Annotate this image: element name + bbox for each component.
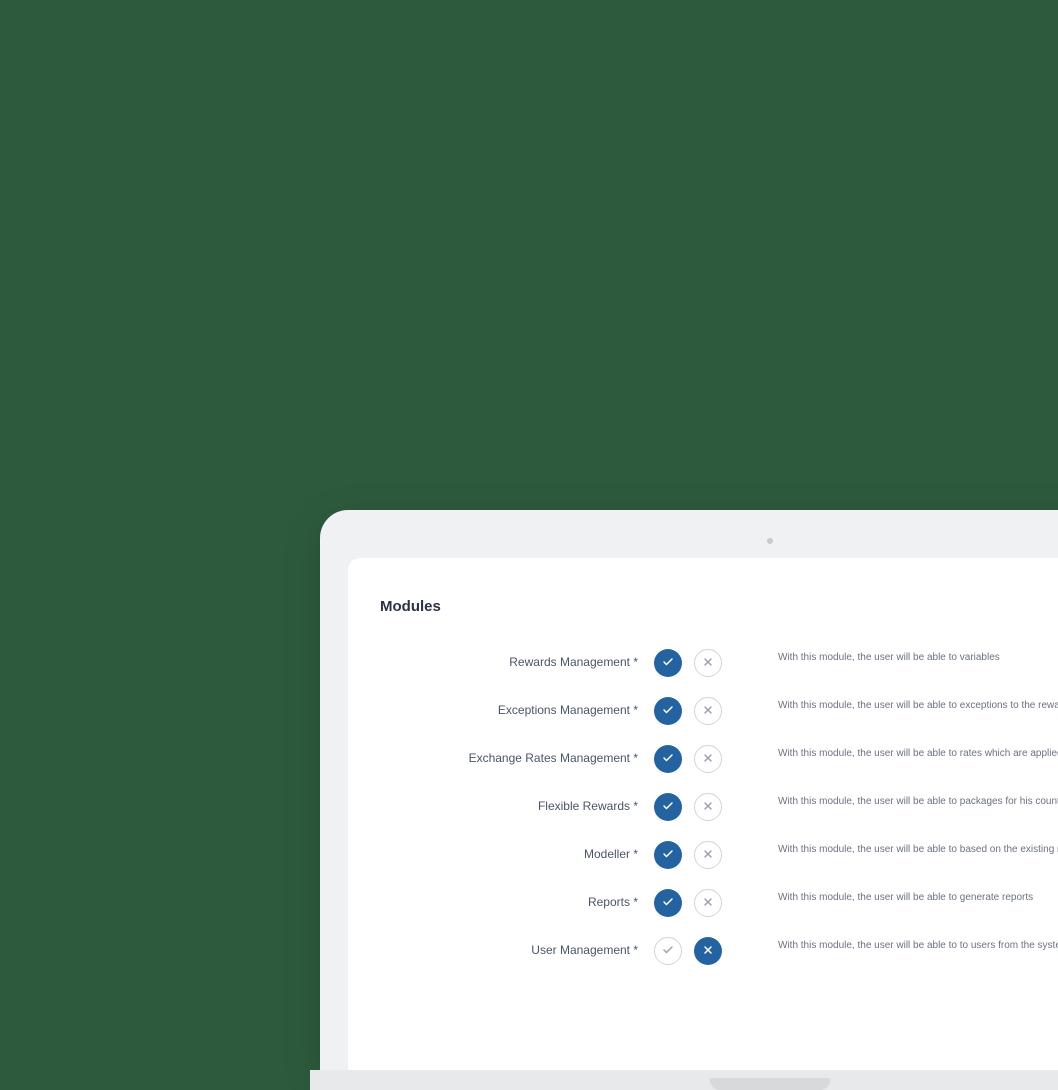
- disable-button[interactable]: [694, 793, 722, 821]
- module-toggle-group: [654, 889, 722, 917]
- module-label: Modeller *: [380, 841, 638, 861]
- check-icon: [662, 752, 674, 767]
- module-label: Exchange Rates Management *: [380, 745, 638, 765]
- module-label: Flexible Rewards *: [380, 793, 638, 813]
- check-icon: [662, 944, 674, 959]
- laptop-base: [310, 1070, 1058, 1090]
- module-toggle-group: [654, 649, 722, 677]
- enable-button[interactable]: [654, 649, 682, 677]
- disable-button[interactable]: [694, 649, 722, 677]
- check-icon: [662, 800, 674, 815]
- module-toggle-group: [654, 841, 722, 869]
- enable-button[interactable]: [654, 793, 682, 821]
- disable-button[interactable]: [694, 937, 722, 965]
- close-icon: [702, 848, 714, 863]
- module-toggle-group: [654, 793, 722, 821]
- check-icon: [662, 848, 674, 863]
- close-icon: [702, 896, 714, 911]
- module-description: With this module, the user will be able …: [778, 937, 1058, 953]
- close-icon: [702, 656, 714, 671]
- module-description: With this module, the user will be able …: [778, 649, 1058, 665]
- module-row: User Management * With this module, the u…: [380, 927, 1058, 975]
- laptop-mockup: Modules Rewards Management * With this mo…: [320, 510, 1058, 1070]
- module-label: Reports *: [380, 889, 638, 909]
- module-row: Reports * With this module, the user will…: [380, 879, 1058, 927]
- close-icon: [702, 800, 714, 815]
- check-icon: [662, 704, 674, 719]
- disable-button[interactable]: [694, 745, 722, 773]
- module-label: User Management *: [380, 937, 638, 957]
- module-toggle-group: [654, 697, 722, 725]
- disable-button[interactable]: [694, 889, 722, 917]
- module-row: Rewards Management * With this module, th…: [380, 639, 1058, 687]
- section-title: Modules: [380, 598, 1058, 615]
- close-icon: [702, 752, 714, 767]
- module-row: Exchange Rates Management * With this mod…: [380, 735, 1058, 783]
- module-description: With this module, the user will be able …: [778, 697, 1058, 713]
- check-icon: [662, 656, 674, 671]
- enable-button[interactable]: [654, 937, 682, 965]
- enable-button[interactable]: [654, 745, 682, 773]
- module-description: With this module, the user will be able …: [778, 745, 1058, 761]
- close-icon: [702, 944, 714, 959]
- module-row: Exceptions Management * With this module,…: [380, 687, 1058, 735]
- enable-button[interactable]: [654, 889, 682, 917]
- laptop-camera-icon: [767, 538, 773, 544]
- module-description: With this module, the user will be able …: [778, 793, 1058, 809]
- app-screen: Modules Rewards Management * With this mo…: [348, 558, 1058, 1070]
- module-row: Flexible Rewards * With this module, the …: [380, 783, 1058, 831]
- disable-button[interactable]: [694, 841, 722, 869]
- module-row: Modeller * With this module, the user wil…: [380, 831, 1058, 879]
- module-toggle-group: [654, 937, 722, 965]
- module-description: With this module, the user will be able …: [778, 889, 1058, 905]
- disable-button[interactable]: [694, 697, 722, 725]
- modules-list: Rewards Management * With this module, th…: [380, 639, 1058, 975]
- module-toggle-group: [654, 745, 722, 773]
- module-description: With this module, the user will be able …: [778, 841, 1058, 857]
- enable-button[interactable]: [654, 697, 682, 725]
- module-label: Rewards Management *: [380, 649, 638, 669]
- laptop-notch: [710, 1078, 830, 1090]
- module-label: Exceptions Management *: [380, 697, 638, 717]
- close-icon: [702, 704, 714, 719]
- check-icon: [662, 896, 674, 911]
- enable-button[interactable]: [654, 841, 682, 869]
